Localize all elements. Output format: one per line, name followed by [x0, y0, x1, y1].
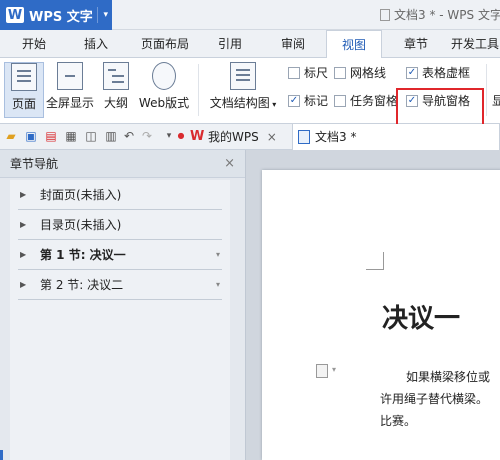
- print-icon[interactable]: ▦: [64, 129, 78, 143]
- chevron-down-icon[interactable]: ▾: [216, 240, 220, 270]
- edge-marker: [0, 450, 3, 460]
- chevron-down-icon[interactable]: ▾: [332, 365, 336, 374]
- paragraph-icon[interactable]: [316, 364, 328, 378]
- tab-developer[interactable]: 开发工具: [450, 30, 500, 58]
- fullscreen-button[interactable]: 全屏显示: [44, 62, 96, 118]
- nav-pane-title: 章节导航: [10, 157, 59, 171]
- tab-home[interactable]: 开始: [8, 30, 60, 58]
- close-icon[interactable]: ×: [267, 130, 277, 144]
- close-icon[interactable]: ×: [224, 150, 235, 178]
- chevron-down-icon[interactable]: ▾: [216, 270, 220, 300]
- doc-structure-button[interactable]: 文档结构图 ▾: [206, 62, 280, 118]
- tab-review[interactable]: 审阅: [266, 30, 320, 58]
- nav-item-cover[interactable]: ▶ 封面页(未插入): [18, 180, 222, 210]
- section-navigation-pane: 章节导航 × ▶ 封面页(未插入) ▶ 目录页(未插入) ▶ 第 1 节: 决议…: [0, 150, 246, 460]
- gridlines-checkbox[interactable]: 网格线: [334, 64, 386, 82]
- wps-logo-icon: W: [6, 7, 24, 23]
- document-paragraph[interactable]: 如果横梁移位或 许用绳子替代横梁。 比赛。: [380, 366, 500, 432]
- outline-icon: [103, 62, 129, 90]
- checkmark-icon: ✓: [406, 67, 418, 79]
- nav-item-toc[interactable]: ▶ 目录页(未插入): [18, 210, 222, 240]
- markup-checkbox[interactable]: ✓ 标记: [288, 92, 328, 110]
- document-icon: [380, 9, 390, 21]
- tab-view[interactable]: 视图: [326, 30, 382, 59]
- web-layout-button[interactable]: Web版式: [136, 62, 192, 118]
- table-gridlines-checkbox[interactable]: ✓ 表格虚框: [406, 64, 470, 82]
- page-view-icon: [11, 63, 37, 91]
- tab-references[interactable]: 引用: [206, 30, 254, 58]
- outline-button[interactable]: 大纲: [98, 62, 134, 118]
- tab-document-3[interactable]: 文档3 *: [292, 124, 500, 150]
- menu-tabs: 开始 插入 页面布局 引用 审阅 视图 章节 开发工具: [0, 30, 500, 59]
- document-page[interactable]: 决议一 ▾ 如果横梁移位或 许用绳子替代横梁。 比赛。: [262, 170, 500, 460]
- nav-pane-header: 章节导航 ×: [0, 150, 245, 178]
- fullscreen-icon: [57, 62, 83, 90]
- nav-item-section-2[interactable]: ▶ 第 2 节: 决议二 ▾: [18, 270, 222, 300]
- checkbox-icon: [334, 95, 346, 107]
- app-menu-button[interactable]: W WPS 文字 ▾: [0, 0, 112, 30]
- save-icon[interactable]: ▣: [24, 129, 38, 143]
- chevron-down-icon[interactable]: ▾: [97, 7, 108, 23]
- expand-arrow-icon[interactable]: ▶: [20, 270, 26, 300]
- tab-my-wps[interactable]: W 我的WPS ×: [186, 124, 290, 150]
- open-folder-icon[interactable]: ▰: [4, 129, 18, 143]
- tab-page-layout[interactable]: 页面布局: [130, 30, 200, 58]
- document-area[interactable]: 决议一 ▾ 如果横梁移位或 许用绳子替代横梁。 比赛。: [246, 150, 500, 460]
- wps-logo-icon: W: [190, 129, 205, 144]
- doc-structure-icon: [230, 62, 256, 90]
- format-painter-icon[interactable]: ▥: [104, 129, 118, 143]
- ribbon-overflow-label[interactable]: 显: [492, 92, 500, 110]
- ruler-checkbox[interactable]: 标尺: [288, 64, 328, 82]
- document-heading[interactable]: 决议一: [382, 298, 460, 335]
- redo-icon[interactable]: ↷: [140, 129, 154, 143]
- expand-arrow-icon[interactable]: ▶: [20, 180, 26, 210]
- page-view-button[interactable]: 页面: [4, 62, 44, 118]
- margin-corner-mark: [366, 252, 384, 270]
- window-title: 文档3 * - WPS 文字: [380, 6, 500, 23]
- print-preview-icon[interactable]: ◫: [84, 129, 98, 143]
- export-pdf-icon[interactable]: ▤: [44, 129, 58, 143]
- quick-access-toolbar: ▰ ▣ ▤ ▦ ◫ ▥ ↶ ↷ ▾ ● W 我的WPS × 文档3 *: [0, 124, 500, 150]
- title-bar: W WPS 文字 ▾ 文档3 * - WPS 文字: [0, 0, 500, 30]
- tab-sections[interactable]: 章节: [390, 30, 442, 58]
- expand-arrow-icon[interactable]: ▶: [20, 240, 26, 270]
- document-icon: [298, 130, 310, 144]
- checkbox-icon: [288, 67, 300, 79]
- expand-arrow-icon[interactable]: ▶: [20, 210, 26, 240]
- undo-icon[interactable]: ↶: [122, 129, 136, 143]
- task-pane-checkbox[interactable]: 任务窗格: [334, 92, 398, 110]
- checkbox-icon: [334, 67, 346, 79]
- web-layout-icon: [152, 62, 176, 90]
- tab-insert[interactable]: 插入: [68, 30, 124, 58]
- nav-item-section-1[interactable]: ▶ 第 1 节: 决议一 ▾: [18, 240, 222, 270]
- nav-list: ▶ 封面页(未插入) ▶ 目录页(未插入) ▶ 第 1 节: 决议一 ▾ ▶ 第…: [10, 180, 230, 460]
- app-name: WPS 文字: [29, 9, 93, 25]
- checkmark-icon: ✓: [288, 95, 300, 107]
